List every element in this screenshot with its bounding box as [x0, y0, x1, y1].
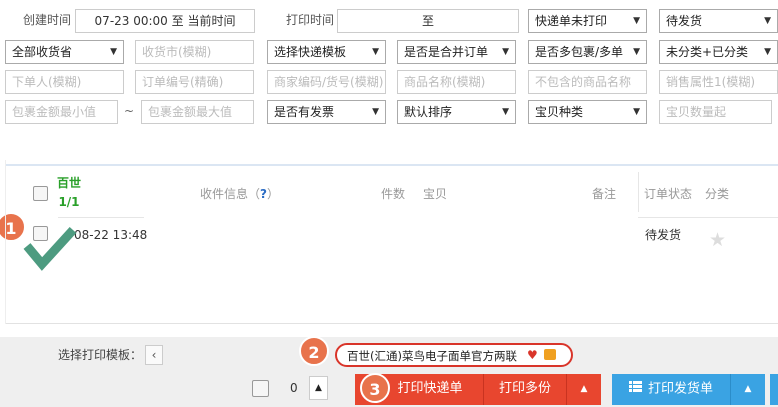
dropdown-arrow-icon: ▼: [633, 47, 640, 57]
extra-button-edge[interactable]: [770, 374, 778, 405]
print-multi-button[interactable]: 打印多份: [484, 374, 566, 405]
heart-icon: ♥: [527, 348, 538, 362]
header-category: 分类: [705, 187, 730, 201]
carrier-label[interactable]: 百世: [52, 175, 86, 191]
province-select[interactable]: 全部收货省 ▼: [5, 40, 124, 64]
express-status-select[interactable]: 快递单未打印 ▼: [528, 9, 647, 33]
category-select[interactable]: 未分类+已分类 ▼: [659, 40, 778, 64]
dropdown-arrow-icon: ▼: [502, 107, 509, 117]
count-up-icon[interactable]: ▲: [309, 376, 328, 400]
select-all-checkbox[interactable]: [33, 186, 48, 201]
dropdown-arrow-icon: ▼: [764, 47, 771, 57]
item-qty-input[interactable]: 宝贝数量起: [659, 100, 772, 124]
item-type-value: 宝贝种类: [535, 105, 584, 119]
header-receiver-label: 收件信息: [200, 187, 249, 201]
goods-name-input[interactable]: 商品名称(模糊): [397, 70, 516, 94]
select-template-label: 选择打印模板：: [58, 348, 143, 362]
header-qty: 件数: [381, 187, 406, 201]
print-delivery-label: 打印发货单: [647, 381, 713, 397]
dropdown-arrow-icon: ▼: [502, 47, 509, 57]
column-divider: [638, 172, 639, 212]
min-amount-input[interactable]: 包裹金额最小值: [5, 100, 118, 124]
buyer-input[interactable]: 下单人(模糊): [5, 70, 124, 94]
table-bottom-border: [5, 323, 778, 324]
header-remark: 备注: [592, 187, 617, 201]
table-left-border: [5, 160, 6, 324]
print-delivery-button[interactable]: 打印发货单: [612, 374, 730, 405]
row-time: 08-22 13:48: [74, 228, 148, 242]
checkmark-icon: [23, 226, 77, 271]
merchant-code-input[interactable]: 商家编码/货号(模糊): [267, 70, 386, 94]
order-number-input[interactable]: 订单编号(精确): [135, 70, 254, 94]
help-icon[interactable]: ?: [260, 187, 267, 201]
template-chip-label: 百世(汇通)菜鸟电子面单官方两联: [347, 349, 517, 363]
order-status-select[interactable]: 待发货 ▼: [659, 9, 778, 33]
star-icon[interactable]: ★: [709, 229, 726, 251]
chevron-left-icon[interactable]: ‹: [145, 345, 163, 365]
max-amount-input[interactable]: 包裹金额最大值: [141, 100, 254, 124]
print-time-label: 打印时间: [286, 13, 335, 27]
header-item: 宝贝: [423, 187, 448, 201]
row-order-status: 待发货: [645, 228, 682, 242]
template-select-value: 选择快递模板: [274, 45, 347, 59]
section-divider: [5, 164, 778, 166]
header-order-status: 订单状态: [644, 187, 693, 201]
merge-order-select[interactable]: 是否是合并订单 ▼: [397, 40, 516, 64]
print-count-value: 0: [290, 381, 298, 395]
delivery-dropdown-icon[interactable]: ▲: [731, 374, 765, 405]
order-status-value: 待发货: [666, 14, 703, 28]
dropdown-arrow-icon: ▼: [110, 47, 117, 57]
list-icon: [628, 374, 642, 404]
print-count-checkbox[interactable]: [252, 380, 269, 397]
create-time-input[interactable]: 07-23 00:00 至 当前时间: [75, 9, 255, 33]
category-value: 未分类+已分类: [666, 45, 749, 59]
invoice-value: 是否有发票: [274, 105, 335, 119]
city-input[interactable]: 收货市(模糊): [135, 40, 254, 64]
print-express-label: 打印快递单: [397, 381, 463, 396]
sales-attr-input[interactable]: 销售属性1(模糊): [659, 70, 778, 94]
dropdown-arrow-icon: ▼: [764, 16, 771, 26]
range-tilde: ~: [124, 104, 135, 118]
multi-package-value: 是否多包裹/多单: [535, 45, 624, 59]
print-dropdown-icon[interactable]: ▲: [567, 374, 601, 405]
sort-select[interactable]: 默认排序 ▼: [397, 100, 516, 124]
province-value: 全部收货省: [12, 45, 73, 59]
print-time-input[interactable]: 至: [337, 9, 519, 33]
express-status-value: 快递单未打印: [535, 14, 608, 28]
template-chip[interactable]: 百世(汇通)菜鸟电子面单官方两联 ♥: [335, 343, 573, 367]
dropdown-arrow-icon: ▼: [372, 47, 379, 57]
invoice-select[interactable]: 是否有发票 ▼: [267, 100, 386, 124]
dropdown-arrow-icon: ▼: [633, 107, 640, 117]
gift-icon: [544, 349, 556, 360]
item-type-select[interactable]: 宝贝种类 ▼: [528, 100, 647, 124]
carrier-count: 1/1: [58, 195, 80, 209]
callout-badge-2: 2: [299, 336, 329, 366]
dropdown-arrow-icon: ▼: [372, 107, 379, 117]
exclude-goods-input[interactable]: 不包含的商品名称: [528, 70, 647, 94]
dropdown-arrow-icon: ▼: [633, 16, 640, 26]
multi-package-select[interactable]: 是否多包裹/多单 ▼: [528, 40, 647, 64]
header-receiver-info: 收件信息（?）: [200, 187, 280, 201]
template-select[interactable]: 选择快递模板 ▼: [267, 40, 386, 64]
sort-value: 默认排序: [404, 105, 453, 119]
merge-order-value: 是否是合并订单: [404, 45, 489, 59]
callout-badge-3: 3: [360, 373, 390, 403]
create-time-label: 创建时间: [23, 13, 72, 27]
